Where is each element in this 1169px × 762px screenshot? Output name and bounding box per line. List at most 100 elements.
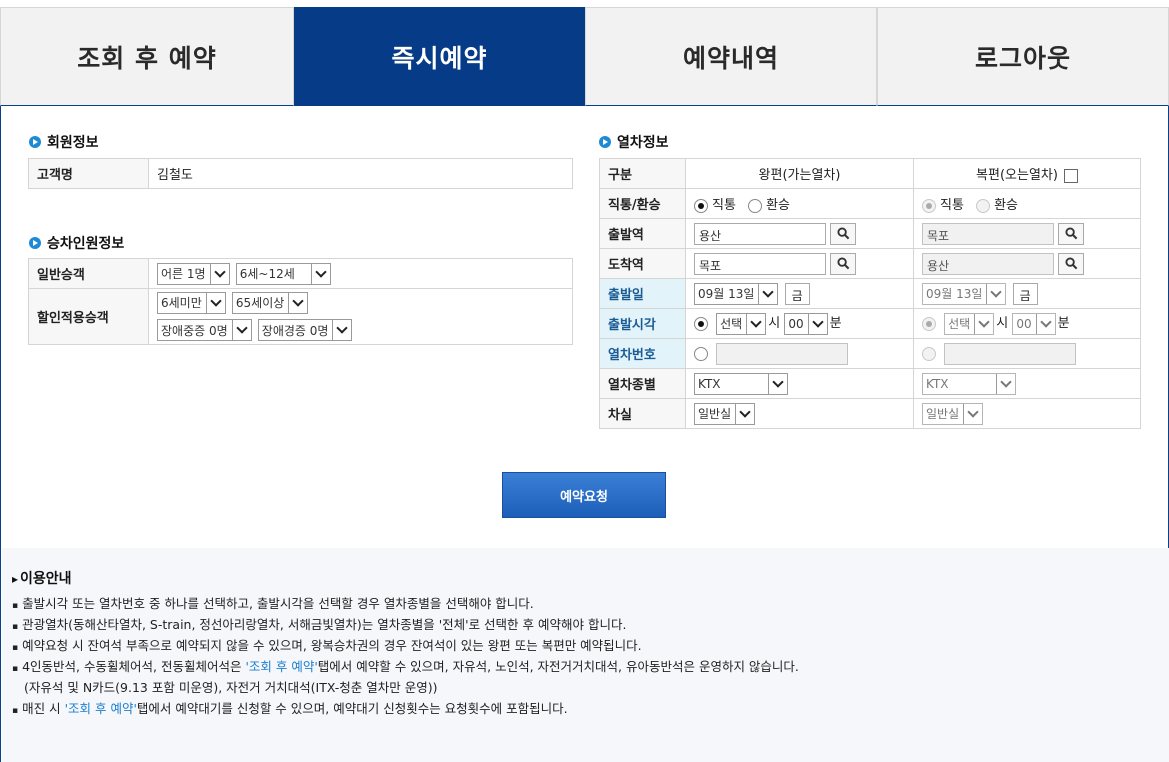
outbound-date-select[interactable]: 09월 13일 — [694, 282, 779, 305]
passenger-title-text: 승차인원정보 — [47, 236, 125, 252]
chevron-down-icon — [807, 313, 827, 334]
outbound-transfer-radio[interactable] — [748, 198, 763, 213]
return-direct-text: 직통 — [940, 198, 964, 213]
chevron-down-icon — [205, 292, 225, 313]
severe-disabled-count-select[interactable]: 장애중증 0명 — [157, 319, 252, 342]
notice-item: 4인동반석, 수동휠체어석, 전동휠체어석은 '조회 후 예약'탭에서 예약할 … — [12, 656, 799, 677]
return-weekday: 금 — [1012, 282, 1038, 305]
direct-transfer-label: 직통/환승 — [599, 188, 686, 219]
notice-item: 예약요청 시 잔여석 부족으로 예약되지 않을 수 있으며, 왕복승차권의 경우… — [12, 635, 799, 656]
return-date-select[interactable]: 09월 13일 — [922, 282, 1007, 305]
chevron-down-icon — [332, 320, 351, 341]
outbound-train-kind-value: KTX — [698, 376, 721, 391]
return-arrival-input[interactable]: 용산 — [922, 252, 1054, 275]
chevron-down-icon — [231, 320, 251, 341]
tab-logout[interactable]: 로그아웃 — [877, 7, 1169, 106]
search-icon[interactable] — [830, 252, 856, 275]
outbound-direct-radio[interactable] — [694, 198, 708, 213]
chevron-down-icon — [986, 283, 1005, 304]
return-hour-value: 선택 — [948, 317, 971, 332]
adult-count-value: 어른 1명 — [161, 267, 206, 281]
return-hour-select[interactable]: 선택 — [944, 312, 995, 335]
passenger-table: 일반승객 어른 1명 6세~12세 할인적용승객 6세미만 65세이상 장애중증… — [28, 258, 573, 345]
child-count-value: 6세~12세 — [239, 267, 295, 281]
reserve-request-button[interactable]: 예약요청 — [502, 472, 666, 518]
passenger-section-title: 승차인원정보 — [29, 233, 124, 253]
discount-passenger-label: 할인적용승객 — [28, 288, 149, 345]
return-departure-input[interactable]: 목포 — [922, 222, 1054, 245]
customer-name-value: 김철도 — [148, 158, 573, 189]
return-train-number-radio[interactable] — [922, 346, 936, 361]
train-table: 구분 왕편(가는열차) 복편(오는열차) 직통/환승 직통 환승 직통 환승 출… — [599, 158, 1141, 429]
outbound-time-radio[interactable] — [694, 316, 708, 331]
senior-count-select[interactable]: 65세이상 — [231, 291, 309, 314]
tab-reservation-history[interactable]: 예약내역 — [585, 7, 877, 106]
severe-value: 장애중증 0명 — [161, 323, 228, 338]
senior-value: 65세이상 — [235, 296, 285, 311]
outbound-train-number-radio[interactable] — [694, 346, 708, 361]
return-car-value: 일반실 — [926, 407, 960, 421]
chevron-down-icon — [288, 292, 307, 313]
return-header-text: 복편(오는열차) — [976, 168, 1058, 183]
train-title-text: 열차정보 — [617, 135, 669, 151]
return-checkbox[interactable] — [1063, 168, 1078, 183]
return-direct-radio[interactable] — [922, 198, 936, 213]
search-icon[interactable] — [1058, 222, 1084, 245]
child-count-select[interactable]: 6세~12세 — [235, 262, 331, 285]
member-title-text: 회원정보 — [47, 135, 99, 151]
departure-time-label: 출발시각 — [599, 308, 686, 339]
outbound-departure-input[interactable]: 용산 — [694, 222, 826, 245]
search-icon[interactable] — [830, 222, 856, 245]
return-time-radio[interactable] — [922, 316, 936, 331]
bullet-icon — [29, 237, 41, 249]
adult-count-select[interactable]: 어른 1명 — [157, 262, 230, 285]
chevron-down-icon — [209, 263, 229, 284]
mild-disabled-count-select[interactable]: 장애경증 0명 — [257, 319, 353, 342]
chevron-down-icon — [310, 263, 330, 284]
return-transfer-text: 환승 — [994, 198, 1018, 213]
return-transfer-radio[interactable] — [976, 198, 991, 213]
under6-count-select[interactable]: 6세미만 — [157, 291, 226, 314]
outbound-transfer-text: 환승 — [766, 198, 790, 213]
outbound-direct-text: 직통 — [712, 198, 736, 213]
tab-instant-reserve[interactable]: 즉시예약 — [294, 7, 585, 106]
customer-name-label: 고객명 — [28, 158, 149, 189]
bullet-icon — [599, 136, 611, 148]
outbound-car-value: 일반실 — [698, 407, 732, 421]
notice-text: 매진 시 — [22, 701, 65, 716]
outbound-car-select[interactable]: 일반실 — [694, 402, 756, 425]
outbound-minute-select[interactable]: 00 — [784, 312, 828, 335]
notice-item: (자유석 및 N카드(9.13 포함 미운영), 자전거 거치대석(ITX-청춘… — [24, 680, 438, 695]
notice-title: 이용안내 — [12, 568, 72, 588]
outbound-train-number-input[interactable] — [716, 342, 849, 365]
return-minute-select[interactable]: 00 — [1012, 312, 1056, 335]
tab-bar: 조회 후 예약 즉시예약 예약내역 로그아웃 — [0, 0, 1169, 106]
notice-item: 출발시각 또는 열차번호 중 하나를 선택하고, 출발시각을 선택할 경우 열차… — [12, 593, 799, 614]
search-icon[interactable] — [1058, 252, 1084, 275]
chevron-down-icon — [1035, 313, 1055, 334]
departure-date-label: 출발일 — [599, 278, 686, 309]
chevron-down-icon — [768, 373, 787, 394]
return-car-select[interactable]: 일반실 — [922, 402, 984, 425]
arrival-station-label: 도착역 — [599, 248, 686, 279]
outbound-header: 왕편(가는열차) — [685, 158, 914, 189]
outbound-hour-value: 선택 — [720, 317, 743, 332]
return-train-kind-select[interactable]: KTX — [922, 372, 1016, 395]
notice-text: 탭에서 예약대기를 신청할 수 있으며, 예약대기 신청횟수는 요청횟수에 포함… — [136, 701, 568, 716]
general-passenger-label: 일반승객 — [28, 258, 149, 289]
search-then-reserve-link[interactable]: '조회 후 예약' — [245, 659, 317, 674]
return-train-number-input[interactable] — [944, 342, 1077, 365]
car-class-label: 차실 — [599, 398, 686, 429]
chevron-down-icon — [735, 403, 754, 424]
train-kind-label: 열차종별 — [599, 368, 686, 399]
mild-value: 장애경증 0명 — [261, 323, 329, 338]
return-date-value: 09월 13일 — [926, 287, 983, 301]
notice-item: 매진 시 '조회 후 예약'탭에서 예약대기를 신청할 수 있으며, 예약대기 … — [12, 698, 799, 719]
outbound-hour-select[interactable]: 선택 — [716, 312, 767, 335]
outbound-arrival-input[interactable]: 목포 — [694, 252, 826, 275]
chevron-down-icon — [746, 313, 765, 334]
search-then-reserve-link[interactable]: '조회 후 예약' — [65, 701, 137, 716]
tab-search-then-reserve[interactable]: 조회 후 예약 — [0, 7, 294, 106]
outbound-train-kind-select[interactable]: KTX — [694, 372, 788, 395]
chevron-down-icon — [758, 283, 777, 304]
